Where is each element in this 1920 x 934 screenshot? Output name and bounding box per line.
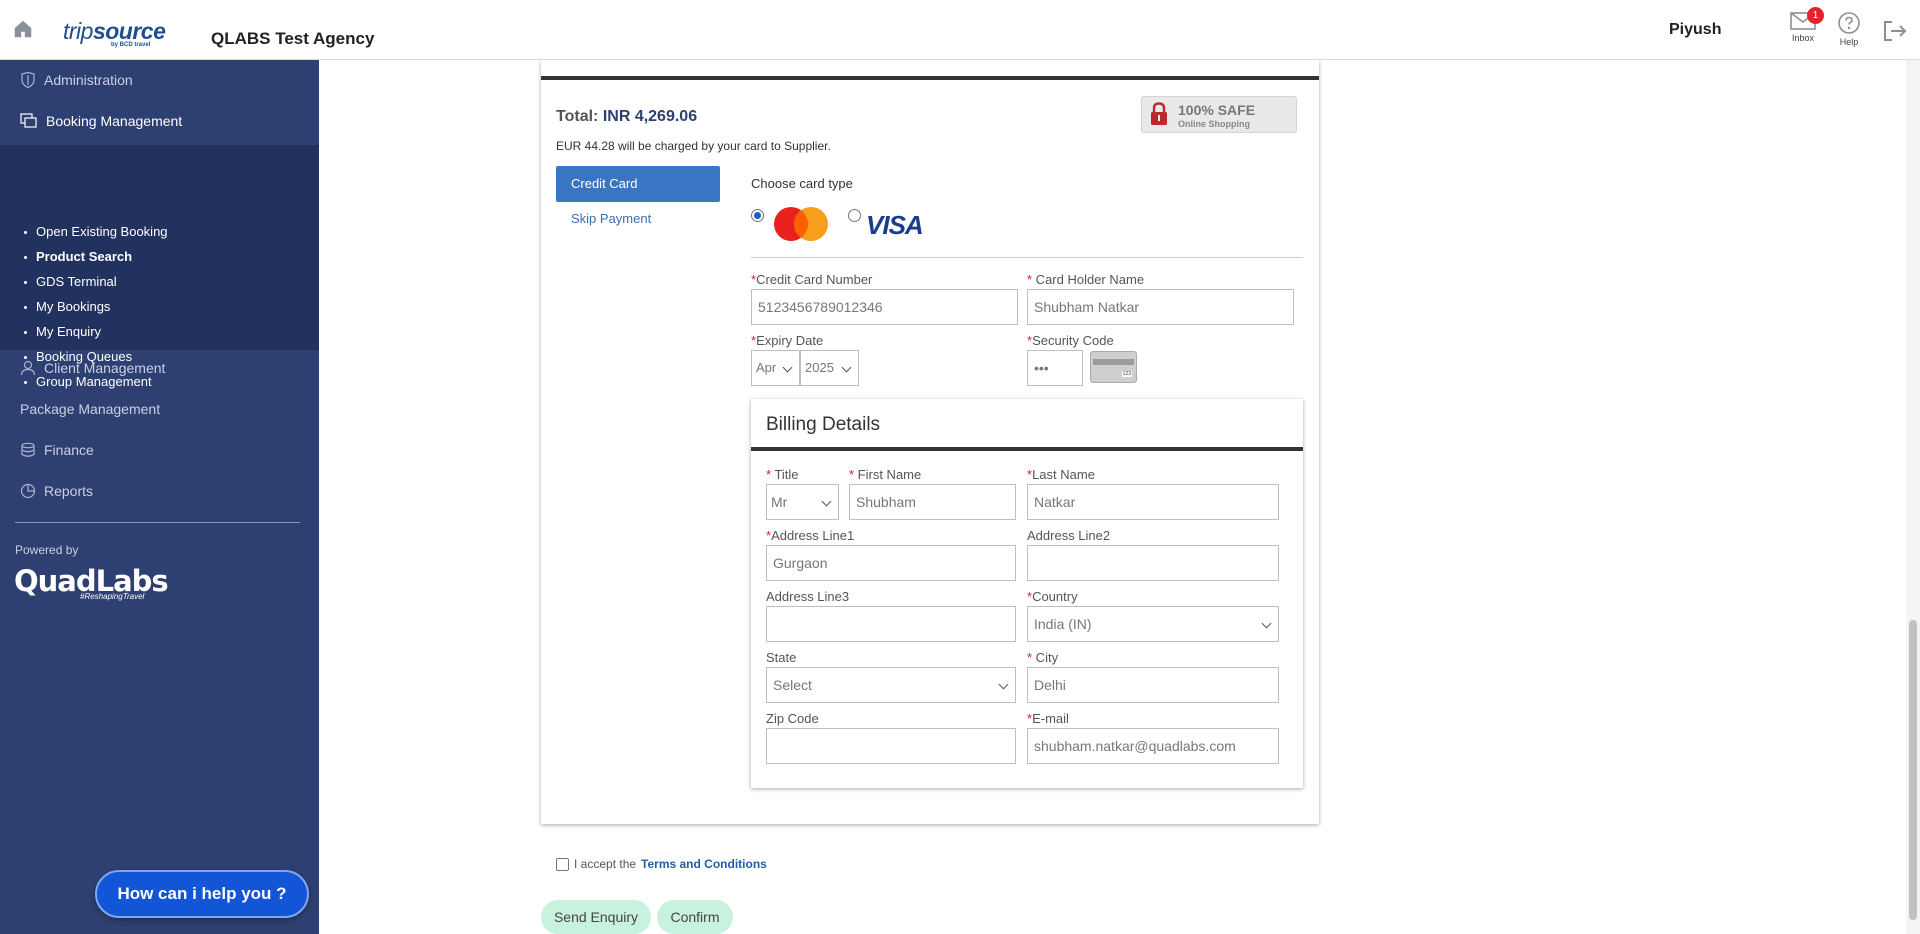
sidebar-item-label: Administration [44, 72, 133, 88]
submenu-my-enquiry[interactable]: My Enquiry [23, 324, 101, 339]
pie-chart-icon [20, 483, 36, 499]
logout-icon[interactable] [1882, 19, 1908, 43]
shield-icon [21, 72, 35, 88]
quadlabs-tagline: #ReshapingTravel [80, 592, 145, 601]
first-name-input[interactable]: Shubham [849, 484, 1016, 520]
country-select[interactable]: India (IN) [1027, 606, 1279, 642]
safe-shopping-badge: 100% SAFE Online Shopping [1141, 96, 1297, 133]
sidebar-item-label: Client Management [44, 360, 166, 376]
user-name[interactable]: Piyush [1669, 21, 1721, 39]
submenu-open-existing-booking[interactable]: Open Existing Booking [24, 224, 168, 239]
expiry-year-select[interactable]: 2025 [800, 350, 859, 386]
address3-label: Address Line3 [766, 589, 850, 604]
mastercard-icon [774, 207, 828, 241]
zip-label: Zip Code [766, 711, 819, 726]
address1-label: *Address Line1 [766, 528, 855, 543]
card-type-divider [751, 257, 1303, 258]
total-amount: Total: INR 4,269.06 [556, 108, 698, 125]
database-icon [21, 442, 35, 457]
last-name-input[interactable]: Natkar [1027, 484, 1279, 520]
booking-icon [20, 113, 37, 128]
address2-input[interactable] [1027, 545, 1279, 581]
submenu-group-management[interactable]: Group Management [24, 374, 152, 389]
sidebar-item-package-management[interactable]: Package Management [20, 401, 160, 417]
cvv-card-icon [1090, 351, 1137, 383]
tripsource-logo[interactable]: tripsource [63, 18, 166, 45]
sidebar-item-label: Reports [44, 483, 94, 499]
mastercard-radio[interactable] [751, 209, 764, 222]
confirm-button[interactable]: Confirm [657, 900, 733, 934]
sidebar-item-label: Package Management [20, 401, 161, 417]
sidebar-item-client-management[interactable]: Client Management [20, 360, 165, 376]
terms-checkbox[interactable] [556, 857, 569, 871]
submenu-my-bookings[interactable]: My Bookings [23, 299, 110, 314]
card-holder-label: * Card Holder Name [1027, 272, 1145, 287]
last-name-label: *Last Name [1027, 467, 1095, 482]
sidebar-item-booking-management[interactable]: Booking Management [20, 113, 182, 129]
booking-submenu: Open Existing Booking Product Search GDS… [0, 145, 319, 389]
first-name-label: * First Name [849, 467, 922, 482]
state-label: State [766, 650, 797, 665]
zip-input[interactable] [766, 728, 1016, 764]
help-button[interactable]: Help [1831, 11, 1867, 47]
address3-input[interactable] [766, 606, 1016, 642]
help-label: Help [1839, 37, 1859, 47]
card-holder-input[interactable]: Shubham Natkar [1027, 289, 1294, 325]
security-code-label: *Security Code [1027, 333, 1114, 348]
sidebar-item-label: Finance [44, 442, 94, 458]
sidebar-divider [15, 522, 300, 523]
help-circle-icon [1838, 12, 1860, 34]
address2-label: Address Line2 [1027, 528, 1111, 543]
page-scrollbar[interactable] [1906, 60, 1920, 934]
card-number-input[interactable]: 5123456789012346 [751, 289, 1018, 325]
lock-icon [1151, 102, 1167, 125]
sidebar-item-label: Booking Management [46, 113, 183, 129]
inbox-button[interactable]: 1 Inbox [1785, 7, 1824, 43]
powered-by-label: Powered by [15, 543, 79, 557]
card-number-label: *Credit Card Number [751, 272, 873, 287]
inbox-label: Inbox [1791, 33, 1815, 43]
visa-icon: VISA [866, 210, 924, 240]
email-label: *E-mail [1027, 711, 1069, 726]
expiry-month-select[interactable]: Apr [751, 350, 800, 386]
send-enquiry-button[interactable]: Send Enquiry [541, 900, 651, 934]
city-input[interactable]: Delhi [1027, 667, 1279, 703]
top-header: tripsource by BCD travel QLABS Test Agen… [0, 0, 1920, 60]
choose-card-type-label: Choose card type [751, 176, 853, 191]
panel-top-border [541, 76, 1319, 80]
security-code-input[interactable]: ••• [1027, 350, 1083, 386]
help-chat-button[interactable]: How can i help you ? [95, 870, 309, 918]
submenu-product-search[interactable]: Product Search [23, 249, 132, 264]
address1-input[interactable]: Gurgaon [766, 545, 1016, 581]
billing-title: Billing Details [766, 414, 881, 435]
sidebar: Administration Booking Management Open E… [0, 60, 319, 934]
terms-text: I accept the [574, 857, 637, 871]
email-input[interactable]: shubham.natkar@quadlabs.com [1027, 728, 1279, 764]
sidebar-item-administration[interactable]: Administration [20, 72, 133, 88]
terms-row: I accept the Terms and Conditions [556, 857, 767, 871]
submenu-gds-terminal[interactable]: GDS Terminal [24, 274, 117, 289]
tab-skip-payment[interactable]: Skip Payment [571, 211, 651, 226]
city-label: * City [1027, 650, 1059, 665]
tab-credit-card[interactable]: Credit Card [556, 166, 720, 202]
billing-title-border [751, 447, 1303, 451]
terms-link[interactable]: Terms and Conditions [641, 857, 767, 871]
title-select[interactable]: Mr [766, 484, 839, 520]
user-icon [20, 360, 36, 376]
country-label: *Country [1027, 589, 1078, 604]
title-label: * Title [766, 467, 799, 482]
visa-radio[interactable] [848, 209, 861, 222]
inbox-count-badge: 1 [1807, 7, 1824, 24]
charge-note: EUR 44.28 will be charged by your card t… [556, 139, 831, 153]
payment-panel: Total: INR 4,269.06 EUR 44.28 will be ch… [541, 60, 1319, 824]
agency-name: QLABS Test Agency [211, 29, 375, 48]
state-select[interactable]: Select [766, 667, 1016, 703]
logo-subtitle: by BCD travel [111, 42, 151, 48]
expiry-label: *Expiry Date [751, 333, 824, 348]
sidebar-item-reports[interactable]: Reports [20, 483, 93, 499]
home-icon[interactable] [12, 18, 34, 40]
sidebar-item-finance[interactable]: Finance [20, 442, 94, 458]
billing-details-card: Billing Details * Title Mr * First Name … [751, 399, 1303, 788]
scrollbar-thumb[interactable] [1909, 620, 1917, 920]
